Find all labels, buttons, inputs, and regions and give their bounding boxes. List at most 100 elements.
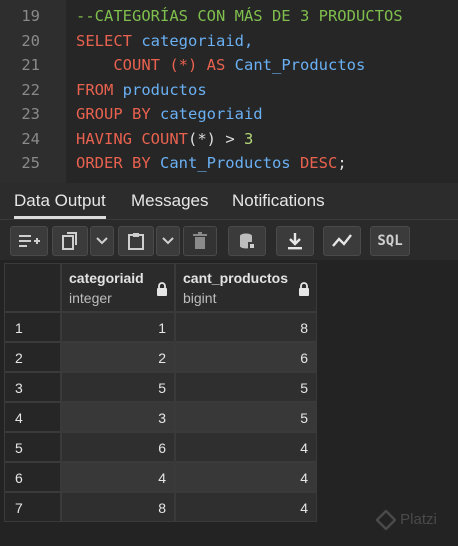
paste-icon	[128, 233, 144, 250]
categoriaid-cell[interactable]: 8	[61, 492, 175, 522]
code-token: HAVING	[76, 129, 132, 148]
code-token: ORDER BY	[76, 154, 151, 172]
row-number-cell[interactable]: 3	[4, 372, 61, 402]
watermark-logo: Platzi	[375, 509, 437, 531]
code-token: >	[216, 129, 244, 148]
row-number-header	[4, 263, 61, 312]
tab-notifications[interactable]: Notifications	[232, 183, 325, 219]
add-row-icon	[19, 235, 40, 247]
line-number: 25	[21, 154, 40, 172]
cant-productos-cell[interactable]: 4	[175, 492, 317, 522]
column-type: bigint	[183, 290, 217, 306]
code-token: COUNT	[132, 129, 188, 148]
platzi-logo-icon	[375, 509, 397, 531]
table-row[interactable]: 435	[4, 402, 317, 432]
code-token: --CATEGORÍAS CON MÁS DE 3 PRODUCTOS	[76, 7, 403, 25]
save-data-icon	[240, 233, 256, 250]
code-token: SELECT	[76, 31, 132, 50]
row-number-cell[interactable]: 1	[4, 312, 61, 342]
sql-icon: SQL	[377, 233, 403, 249]
code-token: 3	[244, 129, 254, 148]
row-number-cell[interactable]: 6	[4, 462, 61, 492]
code-token: ;	[337, 154, 347, 172]
paste-button[interactable]	[118, 226, 154, 256]
code-text: GROUP BY categoriaid	[76, 102, 263, 126]
code-line[interactable]: 23 GROUP BY categoriaid	[0, 102, 458, 126]
code-token: productos	[113, 80, 207, 99]
code-text: COUNT (*) AS Cant_Productos	[76, 53, 365, 77]
column-header-categoriaid[interactable]: categoriaid integer	[61, 263, 175, 312]
code-token: FROM	[76, 80, 114, 99]
dropdown-chevron-icon	[162, 237, 174, 245]
paste-options-dropdown[interactable]	[156, 226, 180, 256]
lock-icon	[299, 282, 309, 296]
delete-icon	[193, 232, 207, 249]
sql-editor[interactable]: 19 --CATEGORÍAS CON MÁS DE 3 PRODUCTOS 20 S…	[0, 0, 458, 183]
cant-productos-cell[interactable]: 4	[175, 462, 317, 492]
code-token: Cant_Productos	[225, 56, 366, 74]
sql-button[interactable]: SQL	[370, 226, 410, 256]
download-button[interactable]	[276, 226, 314, 256]
code-token: DESC	[290, 154, 338, 172]
cant-productos-cell[interactable]: 5	[175, 402, 317, 432]
categoriaid-cell[interactable]: 5	[61, 372, 175, 402]
lock-icon	[157, 282, 167, 296]
results-tabs: Data Output Messages Notifications	[0, 183, 458, 220]
dropdown-chevron-icon	[96, 237, 108, 245]
column-header-cant-productos[interactable]: cant_productos bigint	[175, 263, 317, 312]
table-row[interactable]: 564	[4, 432, 317, 462]
graph-icon	[332, 234, 352, 247]
column-type: integer	[69, 290, 112, 306]
code-line[interactable]: 20 SELECT categoriaid,	[0, 29, 458, 53]
graph-visualiser-button[interactable]	[323, 226, 361, 256]
categoriaid-cell[interactable]: 2	[61, 342, 175, 372]
code-token: (*)	[188, 129, 216, 148]
categoriaid-cell[interactable]: 1	[61, 312, 175, 342]
cant-productos-cell[interactable]: 8	[175, 312, 317, 342]
code-token: COUNT	[76, 56, 160, 74]
line-number: 21	[21, 56, 40, 74]
row-number-cell[interactable]: 5	[4, 432, 61, 462]
code-text: FROM productos	[76, 78, 207, 102]
table-row[interactable]: 118	[4, 312, 317, 342]
code-text: HAVING COUNT(*) > 3	[76, 127, 253, 151]
categoriaid-cell[interactable]: 3	[61, 402, 175, 432]
table-row[interactable]: 644	[4, 462, 317, 492]
row-number-cell[interactable]: 7	[4, 492, 61, 522]
cant-productos-cell[interactable]: 5	[175, 372, 317, 402]
tab-data-output[interactable]: Data Output	[14, 183, 106, 219]
row-number-cell[interactable]: 2	[4, 342, 61, 372]
line-number: 19	[21, 7, 40, 25]
code-line[interactable]: 25 ORDER BY Cant_Productos DESC;	[0, 151, 458, 175]
delete-button[interactable]	[183, 226, 217, 256]
line-number: 23	[21, 105, 40, 123]
watermark-text: Platzi	[400, 510, 437, 528]
cant-productos-cell[interactable]: 4	[175, 432, 317, 462]
code-line[interactable]: 22 FROM productos	[0, 78, 458, 102]
add-row-button[interactable]	[10, 226, 48, 256]
table-row[interactable]: 226	[4, 342, 317, 372]
table-row[interactable]: 784	[4, 492, 317, 522]
copy-options-dropdown[interactable]	[90, 226, 114, 256]
code-text: SELECT categoriaid,	[76, 29, 253, 53]
line-number: 22	[21, 80, 40, 99]
row-number-cell[interactable]: 4	[4, 402, 61, 432]
table-row[interactable]: 355	[4, 372, 317, 402]
code-line[interactable]: 21 COUNT (*) AS Cant_Productos	[0, 53, 458, 77]
code-text: ORDER BY Cant_Productos DESC;	[76, 151, 347, 175]
code-line[interactable]: 19 --CATEGORÍAS CON MÁS DE 3 PRODUCTOS	[0, 4, 458, 28]
code-text: --CATEGORÍAS CON MÁS DE 3 PRODUCTOS	[76, 4, 403, 28]
line-number: 20	[21, 31, 40, 50]
code-token: Cant_Productos	[150, 154, 291, 172]
tab-messages[interactable]: Messages	[131, 183, 208, 219]
categoriaid-cell[interactable]: 6	[61, 432, 175, 462]
code-token: categoriaid,	[132, 31, 254, 50]
save-data-button[interactable]	[228, 226, 266, 256]
code-line[interactable]: 24 HAVING COUNT(*) > 3	[0, 127, 458, 151]
download-icon	[288, 233, 302, 250]
categoriaid-cell[interactable]: 4	[61, 462, 175, 492]
line-number: 24	[21, 129, 40, 148]
code-token: AS	[206, 56, 226, 74]
cant-productos-cell[interactable]: 6	[175, 342, 317, 372]
copy-button[interactable]	[52, 226, 88, 256]
